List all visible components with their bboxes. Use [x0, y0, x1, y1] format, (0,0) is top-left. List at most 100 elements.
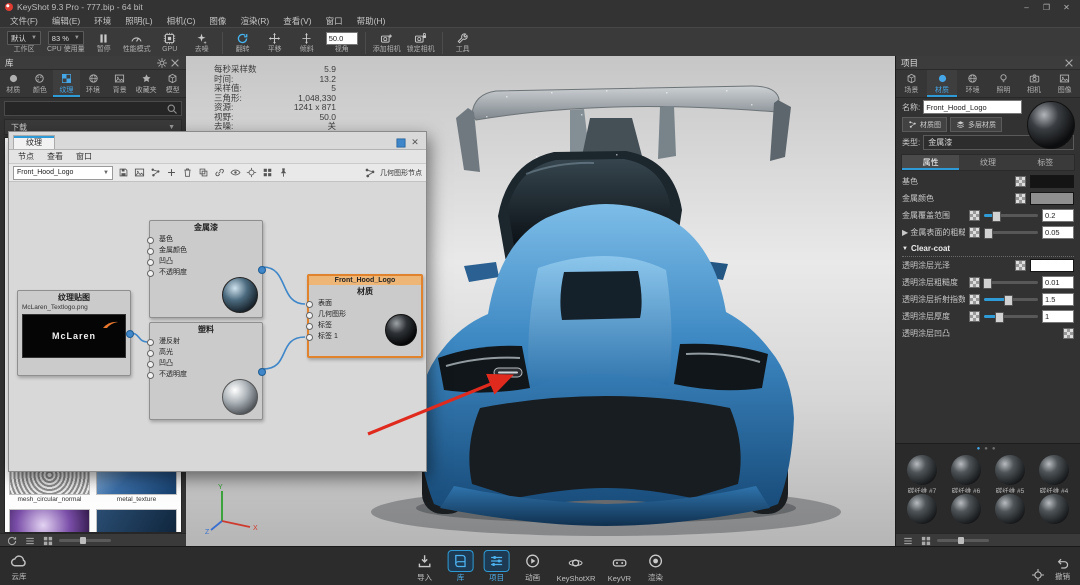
library-list-view-icon[interactable]	[23, 535, 36, 546]
project-tab-lighting[interactable]: 照明	[988, 70, 1019, 97]
graph-trash-icon[interactable]	[180, 166, 194, 180]
material-item-7[interactable]	[1033, 494, 1075, 532]
subtab-textures[interactable]: 纹理	[959, 155, 1016, 170]
pager-dot-1[interactable]: ●	[984, 446, 992, 452]
project-tab-camera[interactable]: 相机	[1019, 70, 1050, 97]
property-metal-coverage[interactable]: 金属覆盖范围 0.2	[902, 207, 1074, 224]
texture-output-port[interactable]	[126, 330, 134, 338]
close-button[interactable]: ✕	[1058, 2, 1075, 13]
graph-titlebar[interactable]: 纹理 ✕	[9, 132, 426, 150]
node-material-port-2[interactable]: 标签	[306, 320, 383, 331]
project-close-icon[interactable]	[1062, 57, 1075, 68]
toolbar-performance-mode-button[interactable]: 性能模式	[120, 29, 154, 56]
graph-tab-texture[interactable]: 纹理	[13, 135, 55, 149]
project-tab-image[interactable]: 图像	[1049, 70, 1080, 97]
toolbar-pan-button[interactable]: 平移	[259, 29, 291, 56]
multi-material-button[interactable]: 多层材质	[950, 117, 1002, 132]
property-metal-roughness[interactable]: ▶ 金属表面的粗糙度0.05	[902, 224, 1074, 241]
geometry-node-toggle[interactable]: 几何图形节点	[363, 166, 422, 180]
toolbar-lock-camera-button[interactable]: 锁定相机	[404, 29, 438, 56]
project-tab-scene[interactable]: 场景	[896, 70, 927, 97]
dock-locate-button[interactable]	[1031, 568, 1045, 582]
metal-roughness-slider[interactable]	[984, 228, 1038, 239]
property-clearcoat-thickness[interactable]: 透明涂层厚度 1	[902, 308, 1074, 325]
menu-window[interactable]: 窗口	[319, 15, 350, 27]
menu-camera[interactable]: 相机(C)	[160, 15, 203, 27]
texture-map-icon[interactable]	[1015, 176, 1026, 187]
property-metal-color[interactable]: 金属颜色	[902, 190, 1074, 207]
toolbar-gpu-button[interactable]: GPU	[154, 29, 186, 56]
graph-dock-icon[interactable]	[394, 136, 408, 149]
metal-coverage-slider[interactable]	[984, 211, 1038, 222]
menu-environment[interactable]: 环境	[87, 15, 118, 27]
library-refresh-icon[interactable]	[5, 535, 18, 546]
property-base-color[interactable]: 基色	[902, 173, 1074, 190]
graph-grid-icon[interactable]	[260, 166, 274, 180]
toolbar-fov-button[interactable]: 50.0 视角	[323, 29, 361, 56]
graph-pin-icon[interactable]	[276, 166, 290, 180]
clearcoat-gloss-swatch[interactable]	[1030, 259, 1074, 272]
node-texture-map[interactable]: 纹理贴图 McLaren_Textlogo.png McLaren	[17, 290, 134, 376]
library-grid-view-icon[interactable]	[41, 535, 54, 546]
library-tab-models[interactable]: 模型	[159, 70, 186, 97]
menu-file[interactable]: 文件(F)	[3, 15, 45, 27]
project-grid-view-icon[interactable]	[919, 535, 932, 546]
node-plastic-output-port[interactable]	[258, 368, 266, 376]
base-color-swatch[interactable]	[1030, 175, 1074, 188]
graph-crosshair-icon[interactable]	[244, 166, 258, 180]
section-clearcoat-section[interactable]: ▼ Clear-coat	[902, 241, 1074, 257]
library-close-icon[interactable]	[168, 57, 181, 68]
texture-map-icon[interactable]	[969, 210, 980, 221]
library-settings-icon[interactable]	[155, 57, 168, 68]
dock-item-render[interactable]: 渲染	[643, 551, 667, 583]
material-item-3[interactable]: 碳纤维 #4	[1033, 455, 1075, 493]
library-tab-backplates[interactable]: 背景	[106, 70, 133, 97]
library-tab-colors[interactable]: 颜色	[27, 70, 54, 97]
material-item-1[interactable]: 碳纤维 #6	[945, 455, 987, 493]
node-canvas[interactable]: 纹理贴图 McLaren_Textlogo.png McLaren 金属漆 基色金…	[9, 182, 426, 471]
graph-eye-icon[interactable]	[228, 166, 242, 180]
search-input[interactable]	[8, 103, 165, 114]
metal-coverage-value[interactable]: 0.2	[1042, 209, 1074, 222]
texture-thumbnail-3[interactable]	[96, 509, 177, 532]
graph-plus-icon[interactable]	[164, 166, 178, 180]
material-item-5[interactable]	[945, 494, 987, 532]
material-pager-dots[interactable]: ●●●	[901, 446, 1075, 455]
property-clearcoat-gloss[interactable]: 透明涂层光泽	[902, 257, 1074, 274]
toolbar-dolly-button[interactable]: 倾斜	[291, 29, 323, 56]
dock-item-keyshotxr[interactable]: KeyShotXR	[557, 553, 595, 583]
node-material-root[interactable]: Front_Hood_Logo 材质 表面 几何图形 标签 标签 1	[306, 274, 423, 358]
property-clearcoat-roughness[interactable]: 透明涂层粗糙度 0.01	[902, 274, 1074, 291]
project-list-view-icon[interactable]	[901, 535, 914, 546]
clearcoat-ior-value[interactable]: 1.5	[1042, 293, 1074, 306]
project-tab-environment[interactable]: 环境	[957, 70, 988, 97]
dock-item-animation[interactable]: 动画	[521, 551, 545, 583]
menu-view[interactable]: 查看(V)	[276, 15, 318, 27]
graph-menu-window[interactable]: 窗口	[70, 151, 98, 162]
dock-item-import[interactable]: 导入	[413, 551, 437, 583]
texture-map-icon[interactable]	[1015, 193, 1026, 204]
material-item-2[interactable]: 碳纤维 #5	[989, 455, 1031, 493]
dock-item-keyvr[interactable]: KeyVR	[607, 553, 631, 583]
texture-map-icon[interactable]	[969, 294, 980, 305]
graph-image-icon[interactable]	[132, 166, 146, 180]
graph-save-icon[interactable]	[116, 166, 130, 180]
menu-render[interactable]: 渲染(R)	[233, 15, 276, 27]
maximize-button[interactable]: ❐	[1038, 2, 1055, 13]
node-plastic-port-3[interactable]: 不透明度	[147, 369, 224, 380]
toolbar-tools-button[interactable]: 工具	[447, 29, 479, 56]
material-graph-window[interactable]: 纹理 ✕ 节点 查看 窗口 Front_Hood_Logo ▼ 几何图形节点 纹…	[8, 131, 427, 472]
dock-item-library[interactable]: 库	[448, 551, 473, 583]
property-clearcoat-ior[interactable]: 透明涂层折射指数 1.5	[902, 291, 1074, 308]
library-tab-textures[interactable]: 纹理	[53, 70, 80, 97]
menu-image[interactable]: 图像	[202, 15, 233, 27]
node-material-port-3[interactable]: 标签 1	[306, 331, 383, 342]
material-item-0[interactable]: 碳纤维 #7	[901, 455, 943, 493]
texture-map-icon[interactable]	[969, 227, 980, 238]
texture-map-icon[interactable]	[1015, 260, 1026, 271]
property-clearcoat-bump[interactable]: 透明涂层凹凸	[902, 325, 1074, 342]
texture-thumbnail-2[interactable]	[9, 509, 90, 532]
material-item-6[interactable]	[989, 494, 1031, 532]
node-plastic-port-2[interactable]: 凹凸	[147, 358, 224, 369]
node-plastic-port-0[interactable]: 漫反射	[147, 336, 224, 347]
